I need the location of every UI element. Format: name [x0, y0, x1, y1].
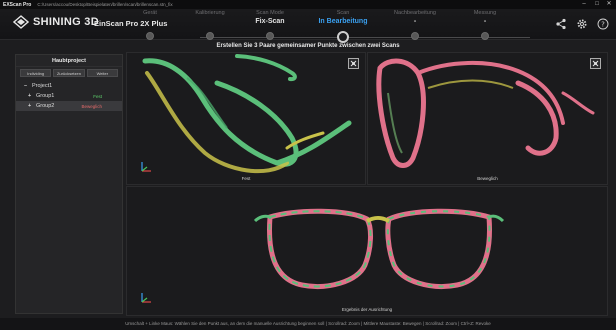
brand-name: SHINING 3D [33, 16, 99, 28]
step-label: Scan [336, 10, 350, 16]
settings-icon[interactable] [574, 17, 589, 31]
window-titlebar: EXScan Pro C:/Users/accou/Desktop/Beispi… [0, 0, 616, 9]
help-icon[interactable]: ? [595, 17, 610, 31]
point-pick-icon[interactable] [590, 58, 601, 69]
logo-icon [13, 15, 29, 29]
tree-item-label: Project1 [32, 83, 53, 89]
step-label: Messung [473, 10, 497, 16]
minimize-button[interactable]: – [578, 0, 590, 9]
alignment-instruction: Erstellen Sie 3 Paare gemeinsamer Punkte… [216, 43, 400, 49]
step-dot [411, 32, 419, 40]
step-value: Fix-Scan [255, 18, 285, 25]
moving-glasses-model [376, 58, 595, 168]
step-scan-mode[interactable]: Scan Mode Fix-Scan [235, 10, 305, 40]
collapse-toggle[interactable]: – [24, 83, 32, 89]
tree-item-label: Group1 [36, 93, 55, 99]
status-fixed: Fest [93, 93, 102, 99]
status-moving: Beweglich [81, 103, 102, 109]
expand-toggle[interactable]: + [28, 103, 36, 109]
step-postprocessing[interactable]: Nachbearbeitung - [380, 10, 450, 40]
viewport-label-result: Ergebnis der Ausrichtung [341, 307, 393, 312]
tree-item-label: Group2 [36, 103, 55, 109]
status-bar: Umschalt + Linke Maus: Wählen Sie den Pu… [0, 318, 616, 330]
tree-item-group2[interactable]: + Group2 Beweglich [16, 101, 122, 111]
step-dot [146, 32, 154, 40]
brand-logo: SHINING 3D [13, 15, 99, 29]
share-icon[interactable] [553, 17, 568, 31]
step-scan[interactable]: Scan In Bearbeitung [308, 10, 378, 43]
close-button[interactable]: ✕ [603, 0, 615, 9]
individing-button[interactable]: Individing [20, 69, 52, 77]
step-dot-active [337, 31, 349, 43]
maximize-button[interactable]: □ [591, 0, 603, 9]
expand-toggle[interactable]: + [28, 93, 36, 99]
step-value: - [413, 18, 417, 25]
step-label: Scan Mode [256, 10, 284, 16]
viewport-label-moving: Beweglich [477, 176, 498, 181]
step-value: - [483, 18, 487, 25]
reset-button[interactable]: Zurücksetzen [53, 69, 85, 77]
fixed-glasses-model [142, 54, 352, 174]
axis-gizmo-icon [141, 162, 151, 172]
header-actions: ? [553, 17, 610, 31]
step-value: In Bearbeitung [318, 18, 368, 25]
panel-title: Haubtproject [16, 55, 122, 67]
fixed-scan-viewport[interactable]: Fest [126, 52, 366, 185]
tree-item-group1[interactable]: + Group1 Fest [16, 91, 122, 101]
project-panel: Haubtproject Individing Zurücksetzen Wei… [15, 54, 123, 314]
step-label: Nachbearbeitung [394, 10, 436, 16]
svg-text:?: ? [601, 21, 605, 29]
viewport-label-fixed: Fest [241, 176, 251, 181]
aligned-glasses-model [253, 208, 505, 289]
tree-item-project1[interactable]: – Project1 [16, 81, 122, 91]
step-measurement[interactable]: Messung - [450, 10, 520, 40]
workflow-steps: Gerät Kalibrierung Scan Mode Fix-Scan Sc… [140, 10, 530, 43]
moving-scan-viewport[interactable]: Beweglich [367, 52, 608, 185]
step-dot [266, 32, 274, 40]
axis-gizmo-icon [141, 293, 151, 303]
point-pick-icon[interactable] [348, 58, 359, 69]
step-dot [481, 32, 489, 40]
app-header: SHINING 3D EinScan Pro 2X Plus Gerät Kal… [0, 9, 616, 43]
file-path: C:/Users/accou/Desktop/Beispielaten/bril… [37, 2, 173, 7]
result-viewport[interactable]: Ergebnis der Ausrichtung [126, 186, 608, 316]
app-name: EXScan Pro [3, 1, 32, 8]
next-button[interactable]: Weiter [86, 69, 118, 77]
panel-buttons: Individing Zurücksetzen Weiter [16, 67, 122, 79]
project-tree: – Project1 + Group1 Fest + Group2 Bewegl… [16, 81, 122, 111]
step-dot [206, 32, 214, 40]
